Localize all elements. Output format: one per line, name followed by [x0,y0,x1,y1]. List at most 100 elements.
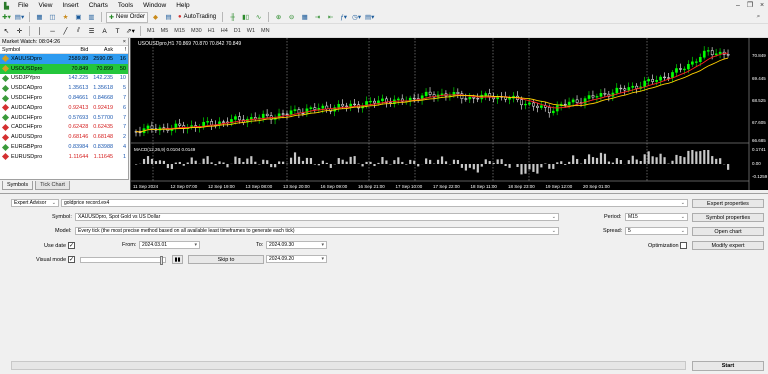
restore-icon[interactable]: ❐ [744,0,756,11]
timeframe-h4[interactable]: H4 [218,28,231,34]
use-date-checkbox[interactable]: ✓ [68,242,75,249]
crosshair-icon[interactable]: ✛ [14,26,25,37]
chart-window[interactable]: USOUSDpro,H1 70.869 70.870 70.842 70.849… [130,38,768,190]
auto-scroll-icon[interactable]: ⇥ [312,12,323,23]
market-watch-row[interactable]: USDCHFpro 0.84661 0.84668 7 [0,93,128,103]
market-watch-row[interactable]: USOUSDpro 70.849 70.899 50 [0,63,128,74]
new-order-button[interactable]: ✚ New Order [106,11,149,23]
slider-thumb[interactable] [160,256,163,265]
optimization-checkbox[interactable] [680,242,687,249]
candle [297,109,301,114]
label-tool-icon[interactable]: T [112,26,123,37]
timeframe-m5[interactable]: M5 [158,28,172,34]
close-icon[interactable]: × [123,38,126,46]
horizontal-line-icon[interactable]: ─ [47,26,58,37]
menu-file[interactable]: File [13,0,33,11]
symbol-status-icon [1,84,10,92]
line-chart-icon[interactable]: ∿ [253,12,264,23]
tester-icon[interactable]: ▥ [86,12,97,23]
bid-cell: 0.57693 [68,114,89,121]
search-icon[interactable]: ⌕ [753,12,764,23]
vertical-line-icon[interactable]: │ [34,26,45,37]
menu-help[interactable]: Help [171,0,194,11]
visual-mode-checkbox[interactable]: ✓ [68,256,75,263]
bar-chart-icon[interactable]: ╫ [227,12,238,23]
to-date-input[interactable]: 2024.09.30 ▾ [266,241,327,249]
menu-tools[interactable]: Tools [113,0,138,11]
tester-type-select[interactable]: Expert Advisor ⌄ [11,199,59,207]
cursor-icon[interactable]: ↖ [1,26,12,37]
candle [265,113,269,116]
metaeditor-icon[interactable]: ◆ [150,12,161,23]
menu-insert[interactable]: Insert [57,0,83,11]
market-watch-row[interactable]: AUDCHFpro 0.57693 0.57700 7 [0,113,128,123]
candle [174,123,178,129]
zoom-out-icon[interactable]: ⊖ [286,12,297,23]
candle [289,110,293,115]
candlestick-icon[interactable]: ▮▯ [240,12,251,23]
open-chart-button[interactable]: Open chart [692,227,764,236]
menu-window[interactable]: Window [138,0,171,11]
market-watch-row[interactable]: XAUUSDpro 2589.89 2590.05 16 [0,54,128,64]
periods-icon[interactable]: ◷▾ [351,12,362,23]
navigator-icon[interactable]: ★ [60,12,71,23]
tab-symbols[interactable]: Symbols [2,181,34,190]
timeframe-m30[interactable]: M30 [188,28,205,34]
spread-select[interactable]: 5 ⌄ [625,227,688,235]
channel-icon[interactable]: ⫽ [73,26,84,37]
symbol-select[interactable]: XAUUSDpro, Spot Gold vs US Dollar ⌄ [75,213,559,221]
fibonacci-icon[interactable]: ☰ [86,26,97,37]
market-watch-row[interactable]: EURUSDpro 1.11644 1.11645 1 [0,152,128,162]
expert-properties-button[interactable]: Expert properties [692,199,764,208]
trendline-icon[interactable]: ╱ [60,26,71,37]
timeframe-w1[interactable]: W1 [244,28,258,34]
expert-select[interactable]: goldprice record.ex4 ⌄ [61,199,688,207]
indicators-icon[interactable]: ƒ▾ [338,12,349,23]
text-tool-icon[interactable]: A [99,26,110,37]
market-watch-row[interactable]: EURGBPpro 0.83984 0.83988 4 [0,142,128,152]
market-watch-icon[interactable]: ▦ [34,12,45,23]
price-chart[interactable]: USOUSDpro,H1 70.869 70.870 70.842 70.849… [131,38,768,190]
menu-view[interactable]: View [33,0,57,11]
macd-bar [325,162,328,164]
market-watch-row[interactable]: AUDCADpro 0.92413 0.92419 6 [0,103,128,113]
tab-tick-chart[interactable]: Tick Chart [35,181,70,190]
start-button[interactable]: Start [692,361,764,371]
symbol-properties-button[interactable]: Symbol properties [692,213,764,222]
pause-button[interactable]: ▮▮ [172,255,183,264]
market-watch-row[interactable]: USDJPYpro 142.225 142.235 10 [0,74,128,84]
model-select[interactable]: Every tick (the most precise method base… [75,227,559,235]
lock-icon[interactable]: ▤ [163,12,174,23]
timeframe-m1[interactable]: M1 [144,28,158,34]
timeframe-mn[interactable]: MN [258,28,273,34]
market-watch-row[interactable]: USDCADpro 1.35613 1.35618 5 [0,83,128,93]
autotrading-button[interactable]: ● AutoTrading [176,12,218,23]
profiles-icon[interactable]: ▤▾ [14,12,25,23]
modify-expert-button[interactable]: Modify expert [692,241,764,250]
from-date-input[interactable]: 2024.03.01 ▾ [139,241,200,249]
timeframe-h1[interactable]: H1 [205,28,218,34]
timeframe-d1[interactable]: D1 [231,28,244,34]
tile-windows-icon[interactable]: ▦ [299,12,310,23]
candle [726,54,730,56]
market-watch-row[interactable]: CADCHFpro 0.62428 0.62435 7 [0,123,128,133]
timeframe-m15[interactable]: M15 [171,28,188,34]
arrows-icon[interactable]: ⇗▾ [125,26,136,37]
templates-icon[interactable]: ▤▾ [364,12,375,23]
zoom-in-icon[interactable]: ⊕ [273,12,284,23]
new-chart-icon[interactable]: ✚▾ [1,12,12,23]
market-watch-row[interactable]: AUDUSDpro 0.68146 0.68148 2 [0,132,128,142]
macd-bar [305,157,309,164]
minimize-icon[interactable]: – [732,0,744,11]
macd-bar [146,156,150,164]
period-select[interactable]: M15 ⌄ [625,213,688,221]
skip-to-button[interactable]: Skip to [188,255,264,264]
macd-bar [270,164,273,168]
close-icon[interactable]: × [756,0,768,11]
skip-to-date-input[interactable]: 2024.09.20 ▾ [266,255,327,263]
chart-shift-icon[interactable]: ⇤ [325,12,336,23]
menu-charts[interactable]: Charts [84,0,113,11]
speed-slider[interactable] [80,256,166,265]
terminal-icon[interactable]: ▣ [73,12,84,23]
data-window-icon[interactable]: ◫ [47,12,58,23]
